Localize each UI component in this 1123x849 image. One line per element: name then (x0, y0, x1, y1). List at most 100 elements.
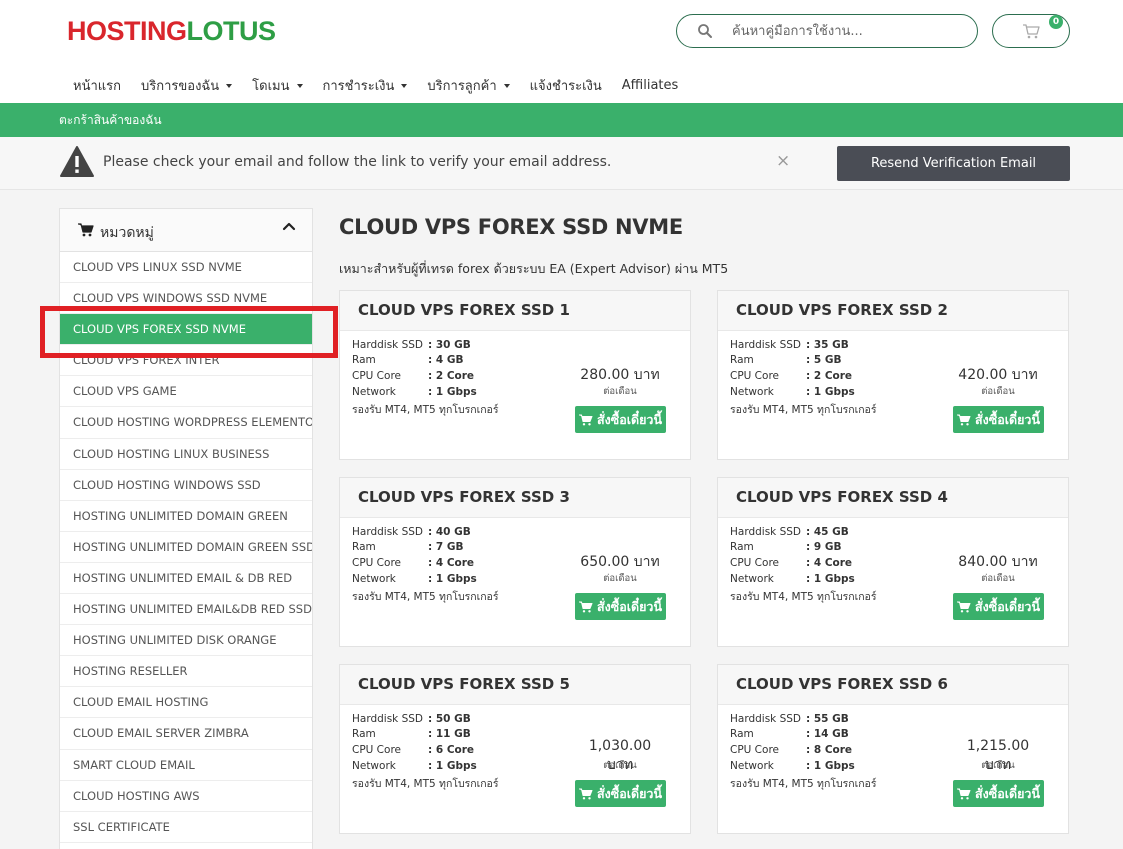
order-now-button[interactable]: สั่งซื้อเดี๋ยวนี้ (575, 593, 666, 620)
cart-icon (78, 223, 94, 237)
spec-label: CPU Core (730, 744, 779, 756)
spec-value: : 11 GB (428, 728, 471, 740)
warning-icon (60, 146, 94, 177)
spec-label: Harddisk SSD (730, 339, 802, 351)
order-now-label: สั่งซื้อเดี๋ยวนี้ (596, 411, 662, 427)
spec-label: Network (352, 573, 396, 585)
support-note: รองรับ MT4, MT5 ทุกโบรกเกอร์ (730, 404, 877, 416)
nav-item-label: Affiliates (621, 78, 679, 93)
caret-down-icon (296, 83, 303, 88)
breadcrumb[interactable]: ตะกร้าสินค้าของฉัน (59, 111, 162, 130)
spec-value: : 7 GB (428, 541, 464, 553)
spec-row: CPU Core: 4 Core (352, 557, 474, 569)
nav-item[interactable]: บริการลูกค้า (427, 75, 510, 96)
spec-row: CPU Core: 8 Core (730, 744, 852, 756)
sidebar-category-item[interactable]: CLOUD VPS FOREX INTER (60, 345, 312, 377)
spec-label: Harddisk SSD (352, 526, 424, 538)
nav-item-label: แจ้งชำระเงิน (529, 79, 602, 94)
spec-row: Network: 1 Gbps (730, 386, 855, 398)
billing-period: ต่อเดือน (603, 760, 637, 771)
resend-verification-button[interactable]: Resend Verification Email (837, 146, 1070, 181)
order-now-button[interactable]: สั่งซื้อเดี๋ยวนี้ (953, 780, 1044, 807)
sidebar-category-item[interactable]: CLOUD HOSTING WORDPRESS ELEMENTOR (60, 407, 312, 439)
spec-value: : 14 GB (806, 728, 849, 740)
support-note: รองรับ MT4, MT5 ทุกโบรกเกอร์ (352, 404, 499, 416)
spec-label: Harddisk SSD (352, 713, 424, 725)
order-now-button[interactable]: สั่งซื้อเดี๋ยวนี้ (953, 406, 1044, 433)
sidebar-header[interactable]: หมวดหมู่ (60, 209, 312, 252)
spec-row: Ram: 7 GB (352, 541, 463, 553)
order-now-label: สั่งซื้อเดี๋ยวนี้ (596, 598, 662, 614)
spec-value: : 4 Core (806, 557, 853, 569)
cart-button[interactable]: 0 (992, 14, 1070, 48)
order-now-button[interactable]: สั่งซื้อเดี๋ยวนี้ (953, 593, 1044, 620)
sidebar-category-item[interactable]: CLOUD VPS LINUX SSD NVME (60, 252, 312, 284)
product-name: CLOUD VPS FOREX SSD 6 (718, 665, 1068, 705)
product-card: CLOUD VPS FOREX SSD 4 Harddisk SSD: 45 GB… (717, 477, 1069, 647)
spec-value: : 1 Gbps (428, 573, 477, 585)
support-note: รองรับ MT4, MT5 ทุกโบรกเกอร์ (730, 778, 877, 790)
order-now-button[interactable]: สั่งซื้อเดี๋ยวนี้ (575, 406, 666, 433)
product-card: CLOUD VPS FOREX SSD 6 Harddisk SSD: 55 GB… (717, 664, 1069, 834)
price: 650.00 บาท (580, 554, 660, 570)
main-nav: หน้าแรก บริการของฉัน โดเมน การชำระเงิน บริกา… (73, 75, 698, 96)
sidebar-category-item[interactable]: CLOUD HOSTING LINUX BUSINESS (60, 439, 312, 470)
spec-row: CPU Core: 4 Core (730, 557, 852, 569)
nav-item[interactable]: แจ้งชำระเงิน (530, 75, 602, 96)
cart-icon (956, 788, 971, 799)
sidebar-category-item[interactable]: HOSTING UNLIMITED DOMAIN GREEN SSD (60, 532, 312, 563)
logo[interactable]: HOSTINGLOTUS (67, 16, 276, 47)
nav-item[interactable]: หน้าแรก (73, 75, 121, 96)
nav-item[interactable]: บริการของฉัน (141, 75, 233, 96)
spec-label: Network (730, 386, 774, 398)
sidebar-category-item[interactable]: CLOUD VPS GAME (60, 376, 312, 408)
sidebar-category-item[interactable]: HOSTING UNLIMITED EMAIL&DB RED SSD (60, 594, 312, 626)
page-description: เหมาะสำหรับผู้ที่เทรด forex ด้วยระบบ EA … (339, 261, 729, 276)
nav-item-label: บริการลูกค้า (427, 79, 497, 94)
spec-row: Harddisk SSD: 50 GB (352, 713, 471, 725)
search-input[interactable] (732, 21, 962, 41)
spec-row: Ram: 5 GB (730, 354, 841, 366)
nav-item[interactable]: Affiliates (622, 75, 679, 96)
chevron-up-icon[interactable] (282, 221, 296, 231)
sidebar-category-item[interactable]: CLOUD EMAIL SERVER ZIMBRA (60, 718, 312, 750)
spec-value: : 35 GB (806, 339, 849, 351)
spec-value: : 1 Gbps (428, 386, 477, 398)
caret-down-icon (401, 83, 408, 88)
spec-label: CPU Core (730, 370, 779, 382)
spec-value: : 2 Core (428, 370, 475, 382)
sidebar-category-item[interactable]: SMART CLOUD EMAIL (60, 750, 312, 781)
spec-row: Harddisk SSD : 35 GB (730, 339, 849, 351)
sidebar-category-item[interactable]: CLOUD HOSTING AWS (60, 781, 312, 812)
order-now-button[interactable]: สั่งซื้อเดี๋ยวนี้ (575, 780, 666, 807)
nav-item[interactable]: โดเมน (252, 75, 303, 96)
sidebar-category-item[interactable]: HOSTING UNLIMITED DISK ORANGE (60, 625, 312, 657)
spec-row: Ram: 4 GB (352, 354, 463, 366)
sidebar-category-item[interactable]: HOSTING UNLIMITED EMAIL & DB RED (60, 563, 312, 595)
spec-row: Network: 1 Gbps (352, 760, 477, 772)
sidebar-category-item[interactable]: HOSTING RESELLER (60, 656, 312, 688)
nav-item[interactable]: การชำระเงิน (323, 75, 408, 96)
spec-label: Ram (352, 728, 376, 740)
sidebar-category-item[interactable]: CLOUD EMAIL HOSTING (60, 687, 312, 719)
search-box[interactable] (676, 14, 978, 48)
cart-icon (1023, 24, 1040, 39)
billing-period: ต่อเดือน (603, 386, 637, 397)
spec-value: : 30 GB (428, 339, 471, 351)
product-name: CLOUD VPS FOREX SSD 5 (340, 665, 690, 705)
spec-row: Network: 1 Gbps (352, 386, 477, 398)
spec-label: Ram (352, 354, 376, 366)
sidebar-category-item[interactable]: CLOUD VPS WINDOWS SSD NVME (60, 283, 312, 315)
sidebar-category-item[interactable]: CLOUD HOSTING WINDOWS SSD (60, 470, 312, 501)
spec-value: : 45 GB (806, 526, 849, 538)
close-icon[interactable]: × (776, 151, 790, 171)
spec-row: CPU Core: 6 Core (352, 744, 474, 756)
spec-label: Harddisk SSD (730, 526, 802, 538)
sidebar-title: หมวดหมู่ (100, 225, 154, 241)
billing-period: ต่อเดือน (981, 760, 1015, 771)
spec-label: Network (730, 760, 774, 772)
spec-value: : 1 Gbps (806, 760, 855, 772)
sidebar-category-item[interactable]: HOSTING UNLIMITED DOMAIN GREEN (60, 501, 312, 532)
sidebar-category-item[interactable]: SSL CERTIFICATE (60, 812, 312, 843)
sidebar-category-item[interactable]: CLOUD VPS FOREX SSD NVME (60, 314, 312, 346)
